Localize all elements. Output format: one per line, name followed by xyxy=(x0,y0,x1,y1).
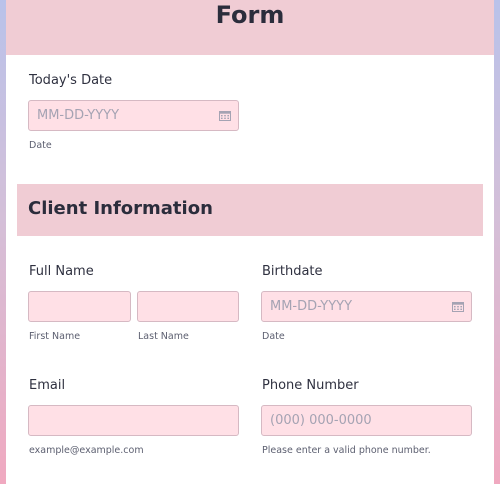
email-label: Email xyxy=(29,378,66,393)
last-name-input[interactable] xyxy=(137,291,239,322)
first-name-sublabel: First Name xyxy=(29,331,81,342)
birthdate-sublabel: Date xyxy=(262,331,285,342)
calendar-icon[interactable] xyxy=(452,301,464,312)
todays-date-sublabel: Date xyxy=(29,140,52,151)
form-title: Form xyxy=(215,1,285,29)
birthdate-input[interactable] xyxy=(261,291,472,322)
phone-number-sublabel: Please enter a valid phone number. xyxy=(262,445,431,456)
form-card: Form Today's Date Date Client Informatio… xyxy=(6,0,494,484)
calendar-icon[interactable] xyxy=(219,110,231,121)
section-title: Client Information xyxy=(28,198,213,219)
todays-date-label: Today's Date xyxy=(29,73,113,88)
full-name-label: Full Name xyxy=(29,264,94,279)
birthdate-label: Birthdate xyxy=(262,264,323,279)
email-sublabel: example@example.com xyxy=(29,445,144,456)
todays-date-input[interactable] xyxy=(28,100,239,131)
first-name-input[interactable] xyxy=(28,291,131,322)
client-information-header: Client Information xyxy=(17,184,483,236)
form-header: Form xyxy=(6,0,494,55)
email-input[interactable] xyxy=(28,405,239,436)
last-name-sublabel: Last Name xyxy=(138,331,189,342)
phone-number-label: Phone Number xyxy=(262,378,359,393)
phone-number-input[interactable] xyxy=(261,405,472,436)
